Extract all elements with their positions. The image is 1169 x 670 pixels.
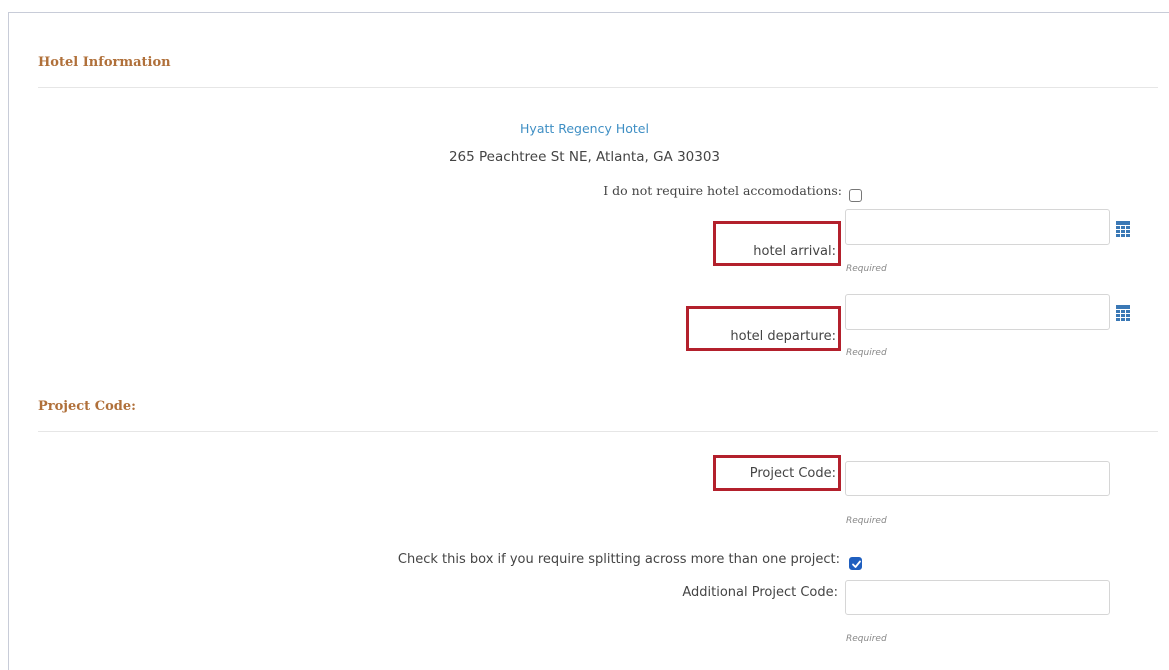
project-code-input[interactable] <box>845 461 1110 496</box>
hotel-departure-required: Required <box>846 348 887 358</box>
additional-project-code-required: Required <box>846 634 887 644</box>
no-accommodation-checkbox[interactable] <box>849 189 862 202</box>
form-frame <box>8 12 1169 670</box>
hotel-section-title: Hotel Information <box>38 55 171 70</box>
additional-project-code-label: Additional Project Code: <box>682 585 838 600</box>
split-project-checkbox[interactable] <box>849 557 862 570</box>
no-accommodation-label: I do not require hotel accomodations: <box>603 183 842 198</box>
calendar-icon[interactable] <box>1116 221 1130 237</box>
project-code-highlight: Project Code: <box>713 455 841 491</box>
split-project-label: Check this box if you require splitting … <box>397 552 840 567</box>
hotel-arrival-required: Required <box>846 264 887 274</box>
hotel-arrival-highlight: hotel arrival: <box>713 221 841 266</box>
hotel-name-link[interactable]: Hyatt Regency Hotel <box>0 121 1169 136</box>
calendar-icon[interactable] <box>1116 305 1130 321</box>
project-section-title: Project Code: <box>38 399 136 414</box>
project-code-label: Project Code: <box>749 466 836 481</box>
hotel-arrival-label: hotel arrival: <box>753 244 836 259</box>
hotel-departure-input[interactable] <box>845 294 1110 330</box>
hotel-address: 265 Peachtree St NE, Atlanta, GA 30303 <box>448 149 721 165</box>
project-section-divider <box>38 431 1158 432</box>
hotel-departure-label: hotel departure: <box>730 329 836 344</box>
additional-project-code-input[interactable] <box>845 580 1110 615</box>
hotel-arrival-input[interactable] <box>845 209 1110 245</box>
hotel-section-divider <box>38 87 1158 88</box>
hotel-departure-highlight: hotel departure: <box>686 306 841 351</box>
project-code-required: Required <box>846 516 887 526</box>
checkmark-icon <box>852 560 861 568</box>
